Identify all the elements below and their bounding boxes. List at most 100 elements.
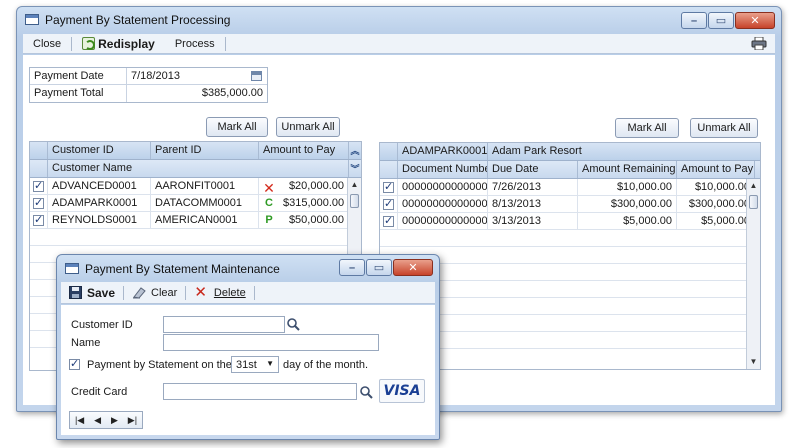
process-button[interactable]: Process (165, 35, 225, 53)
payment-by-statement-checkbox[interactable] (69, 357, 80, 370)
name-input[interactable] (163, 334, 379, 351)
maximize-icon: ▭ (373, 262, 385, 274)
delete-label: Delete (213, 286, 246, 299)
cell-amount-remaining: $300,000.00 (578, 196, 677, 212)
day-select[interactable]: 31st ▼ (231, 356, 279, 373)
cell-amount-to-pay[interactable]: $10,000.00 (677, 179, 755, 195)
table-row[interactable]: 000000000000003 3/13/2013 $5,000.00 $5,0… (380, 213, 760, 230)
minimize-button[interactable]: – (339, 259, 365, 276)
close-window-button[interactable]: ✕ (735, 12, 775, 29)
cell-parent-id: AARONFIT0001 (151, 178, 259, 194)
maintenance-toolbar: Save Clear ✕ Delete (61, 282, 435, 304)
eraser-icon (133, 287, 146, 299)
maximize-button[interactable]: ▭ (366, 259, 392, 276)
maintenance-window: Payment By Statement Maintenance – ▭ ✕ S… (56, 254, 440, 440)
minimize-button[interactable]: – (681, 12, 707, 29)
close-icon: ✕ (408, 262, 418, 274)
cell-amount: $50,000.00 (279, 212, 349, 228)
redisplay-button[interactable]: Redisplay (72, 35, 165, 53)
window-icon (25, 14, 39, 25)
cell-amount: $315,000.00 (279, 195, 349, 211)
credit-card-label: Credit Card (71, 386, 128, 398)
col-amount-to-pay[interactable]: Amount to Pay (259, 142, 349, 159)
table-row[interactable]: 000000000000001 7/26/2013 $10,000.00 $10… (380, 179, 760, 196)
col-amount-to-pay[interactable]: Amount to Pay (677, 161, 755, 178)
customer-id-input[interactable] (163, 316, 285, 333)
unmark-all-right-button[interactable]: Unmark All (690, 118, 758, 138)
visa-logo: VISA (379, 379, 425, 403)
calendar-icon[interactable] (251, 71, 262, 81)
maintenance-window-title: Payment By Statement Maintenance (85, 262, 280, 276)
redisplay-label: Redisplay (98, 36, 155, 51)
expand-rows-icon[interactable]: ︾ (348, 162, 362, 176)
payment-date-label: Payment Date (30, 68, 127, 84)
main-toolbar: Close Redisplay Process (23, 34, 775, 54)
cell-parent-id: DATACOMM0001 (151, 195, 259, 211)
customer-lookup-icon[interactable] (286, 317, 300, 331)
table-row[interactable]: ADAMPARK0001 DATACOMM0001 C $315,000.00 (30, 195, 361, 212)
collapse-rows-icon[interactable]: ︽ (348, 144, 362, 158)
scroll-thumb[interactable] (350, 194, 359, 208)
row-checkbox[interactable] (33, 196, 44, 209)
scroll-up-icon[interactable]: ▲ (747, 179, 760, 193)
maximize-button[interactable]: ▭ (708, 12, 734, 29)
table-row[interactable]: REYNOLDS0001 AMERICAN0001 P $50,000.00 (30, 212, 361, 229)
credit-card-input[interactable] (163, 383, 357, 400)
col-due-date[interactable]: Due Date (488, 161, 578, 178)
mark-all-right-button[interactable]: Mark All (615, 118, 679, 138)
col-parent-id[interactable]: Parent ID (151, 142, 259, 159)
delete-button[interactable]: ✕ Delete (186, 284, 253, 302)
scroll-up-icon[interactable]: ▲ (348, 178, 361, 192)
maximize-icon: ▭ (715, 15, 727, 27)
row-checkbox[interactable] (383, 197, 394, 210)
maintenance-titlebar: Payment By Statement Maintenance – ▭ ✕ (57, 255, 439, 281)
row-checkbox[interactable] (33, 179, 44, 192)
status-icon: P (265, 214, 273, 226)
table-row[interactable] (30, 229, 361, 246)
toolbar-separator (253, 285, 255, 300)
row-checkbox[interactable] (33, 213, 44, 226)
cell-amount-to-pay[interactable]: $5,000.00 (677, 213, 755, 229)
maintenance-body: Customer ID Name Payment by Statement on… (61, 305, 435, 435)
record-navigation: |◀ ◀ ▶ ▶| (69, 411, 143, 429)
cell-parent-id: AMERICAN0001 (151, 212, 259, 228)
close-button[interactable]: Close (23, 35, 71, 53)
scroll-down-icon[interactable]: ▼ (747, 355, 760, 369)
table-row[interactable] (380, 230, 760, 247)
row-checkbox[interactable] (383, 180, 394, 193)
col-document-number[interactable]: Document Number (398, 161, 488, 178)
document-grid-scrollbar[interactable]: ▲ ▼ (746, 179, 760, 369)
col-amount-remaining[interactable]: Amount Remaining (578, 161, 677, 178)
delete-icon: ✕ (194, 283, 207, 301)
cell-document-number: 000000000000001 (398, 179, 488, 195)
scroll-thumb[interactable] (749, 195, 758, 209)
row-checkbox[interactable] (383, 214, 394, 227)
col-customer-id[interactable]: Customer ID (48, 142, 151, 159)
payment-date-field[interactable]: 7/18/2013 (127, 68, 267, 84)
day-select-value: 31st (236, 359, 257, 371)
save-button[interactable]: Save (61, 284, 123, 302)
unmark-all-left-button[interactable]: Unmark All (276, 117, 340, 137)
next-record-icon[interactable]: ▶ (111, 415, 118, 426)
name-label: Name (71, 337, 101, 349)
last-record-icon[interactable]: ▶| (128, 415, 137, 426)
payment-total-label: Payment Total (30, 85, 127, 102)
previous-record-icon[interactable]: ◀ (94, 415, 101, 426)
cell-amount-to-pay[interactable]: $300,000.00 (677, 196, 755, 212)
cell-amount-remaining: $10,000.00 (578, 179, 677, 195)
window-caption-buttons: – ▭ ✕ (338, 259, 433, 276)
toolbar-separator (224, 36, 226, 51)
main-titlebar: Payment By Statement Processing – ▭ ✕ (17, 7, 781, 33)
col-customer-name[interactable]: Customer Name (48, 160, 349, 177)
status-icon: C (265, 197, 273, 209)
credit-card-lookup-icon[interactable] (359, 385, 373, 399)
clear-button[interactable]: Clear (124, 284, 185, 302)
mark-all-left-button[interactable]: Mark All (206, 117, 268, 137)
table-row[interactable]: ADVANCED0001 AARONFIT0001 ✕ $20,000.00 (30, 178, 361, 195)
table-row[interactable]: 000000000000002 8/13/2013 $300,000.00 $3… (380, 196, 760, 213)
cell-amount: $20,000.00 (279, 178, 349, 194)
first-record-icon[interactable]: |◀ (75, 415, 84, 426)
close-window-button[interactable]: ✕ (393, 259, 433, 276)
close-icon: ✕ (750, 15, 760, 27)
printer-icon[interactable] (751, 37, 767, 50)
